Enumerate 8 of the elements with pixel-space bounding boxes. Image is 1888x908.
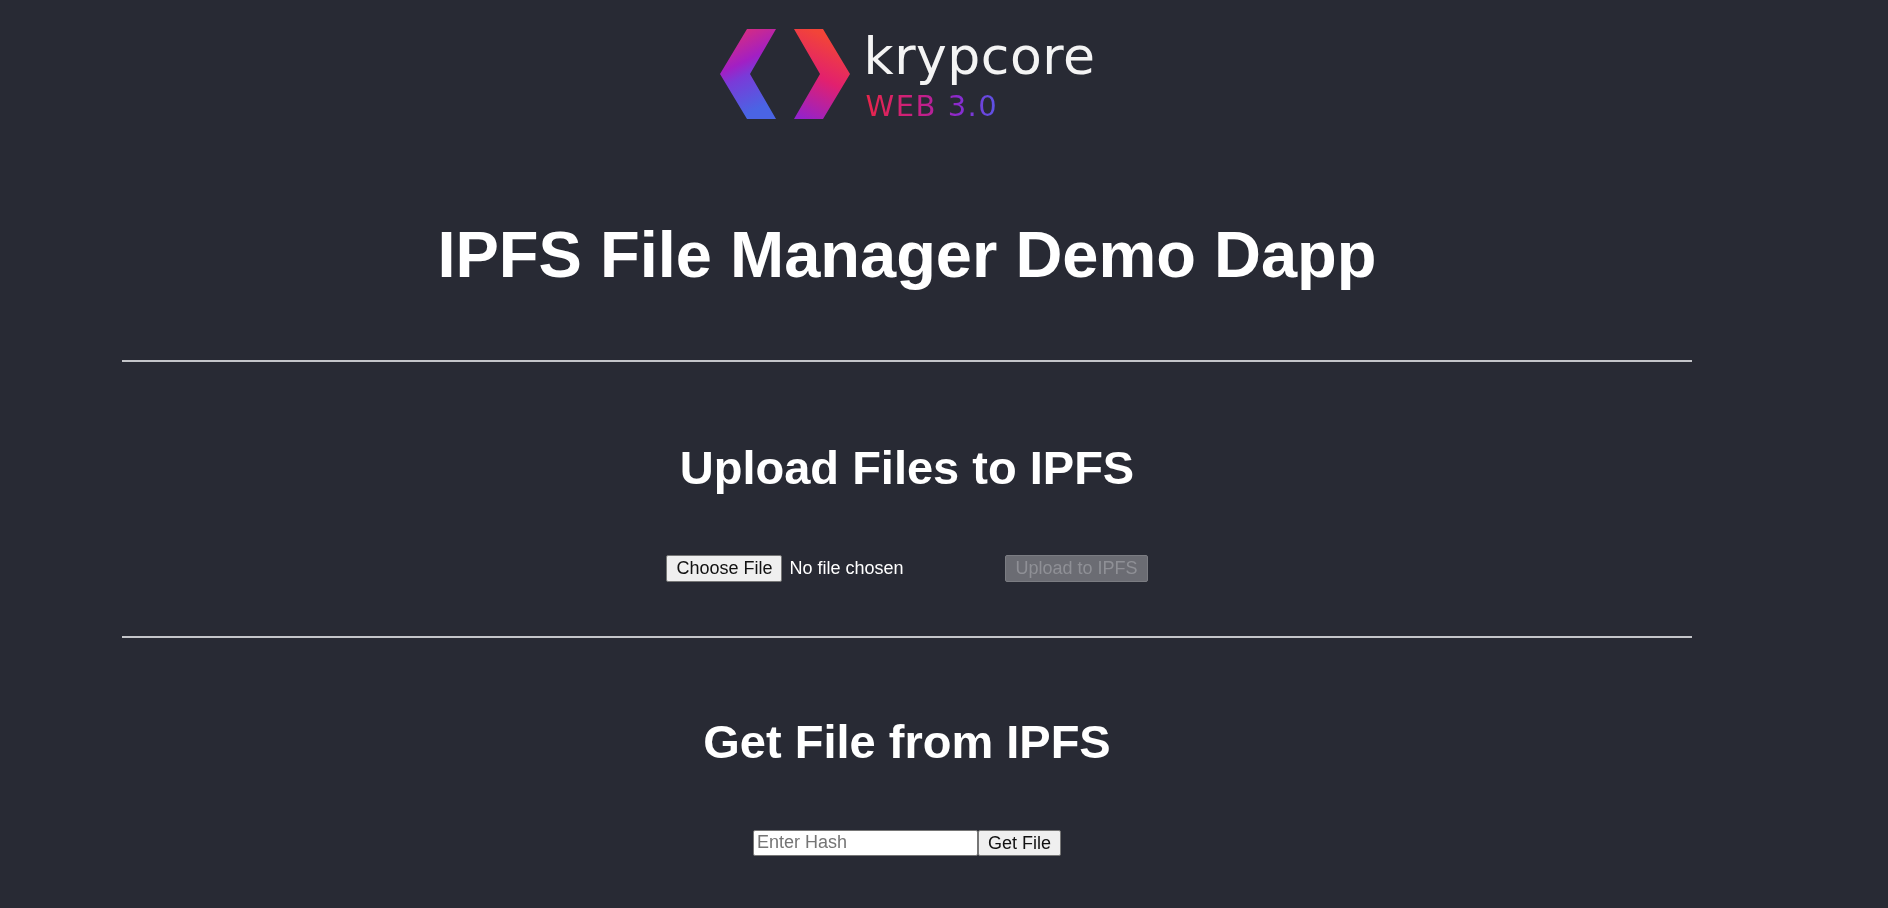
section-heading: Get File from IPFS [703,714,1111,771]
choose-file-button[interactable]: Choose File [666,554,783,583]
hash-input-field[interactable]: Enter Hash [753,829,978,856]
logo-brackets-icon [718,28,851,120]
file-status-text: No file chosen [789,556,905,580]
section-heading: Upload Files to IPFS [679,440,1135,496]
get-file-button[interactable]: Get File [978,829,1061,856]
page-title: IPFS File Manager Demo Dapp [437,217,1377,293]
